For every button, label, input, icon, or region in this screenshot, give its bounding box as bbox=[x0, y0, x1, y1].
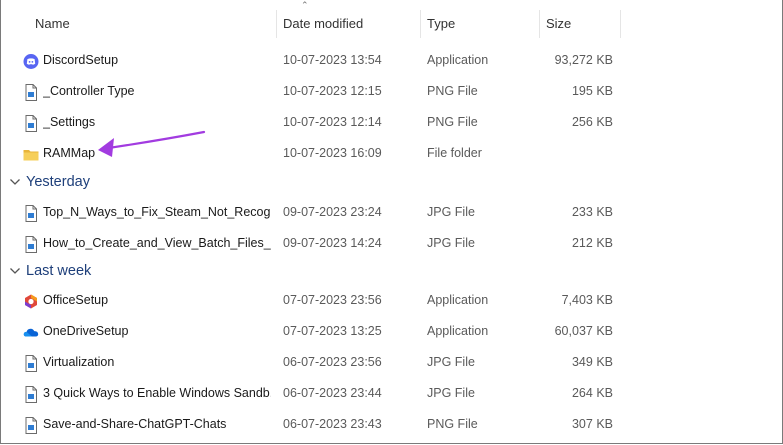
discord-icon bbox=[23, 54, 39, 69]
file-type: PNG File bbox=[427, 115, 478, 129]
file-name: How_to_Create_and_View_Batch_Files_on... bbox=[43, 236, 271, 250]
column-header-type[interactable]: Type bbox=[427, 10, 455, 38]
file-name: Top_N_Ways_to_Fix_Steam_Not_Recogni... bbox=[43, 205, 271, 219]
file-row-windows-sandbox[interactable]: 3 Quick Ways to Enable Windows Sandb... … bbox=[1, 379, 641, 410]
file-name: DiscordSetup bbox=[43, 53, 119, 67]
file-size: 60,037 KB bbox=[554, 324, 613, 338]
file-type: JPG File bbox=[427, 386, 475, 400]
file-date: 06-07-2023 23:44 bbox=[283, 386, 382, 400]
file-type: JPG File bbox=[427, 355, 475, 369]
chevron-down-icon[interactable] bbox=[9, 176, 21, 188]
file-name: Save-and-Share-ChatGPT-Chats bbox=[43, 417, 227, 431]
file-row-officesetup[interactable]: OfficeSetup 07-07-2023 23:56 Application… bbox=[1, 286, 641, 317]
file-date: 10-07-2023 16:09 bbox=[283, 146, 382, 160]
file-name: _Controller Type bbox=[43, 84, 135, 98]
annotation-arrow-icon bbox=[98, 130, 206, 157]
file-date: 06-07-2023 23:56 bbox=[283, 355, 382, 369]
file-date: 10-07-2023 12:15 bbox=[283, 84, 382, 98]
file-size: 212 KB bbox=[571, 236, 613, 250]
file-size: 264 KB bbox=[571, 386, 613, 400]
file-type: JPG File bbox=[427, 205, 475, 219]
file-type: Application bbox=[427, 53, 489, 67]
file-size: 195 KB bbox=[571, 84, 613, 98]
column-divider[interactable] bbox=[420, 10, 421, 38]
file-type: Application bbox=[427, 293, 489, 307]
file-name: 3 Quick Ways to Enable Windows Sandb... bbox=[43, 386, 271, 400]
column-divider[interactable] bbox=[539, 10, 540, 38]
file-name: Virtualization bbox=[43, 355, 115, 369]
file-date: 07-07-2023 23:56 bbox=[283, 293, 382, 307]
office-icon bbox=[25, 294, 37, 309]
file-size: 233 KB bbox=[571, 205, 613, 219]
file-row-steam-jpg[interactable]: Top_N_Ways_to_Fix_Steam_Not_Recogni... 0… bbox=[1, 198, 641, 229]
file-date: 09-07-2023 23:24 bbox=[283, 205, 382, 219]
column-header-name[interactable]: Name bbox=[35, 10, 70, 38]
file-size: 349 KB bbox=[571, 355, 613, 369]
jpg-file-icon bbox=[25, 386, 37, 403]
file-row-discordsetup[interactable]: DiscordSetup 10-07-2023 13:54 Applicatio… bbox=[1, 46, 641, 77]
file-type: File folder bbox=[427, 146, 482, 160]
file-row-virtualization[interactable]: Virtualization 06-07-2023 23:56 JPG File… bbox=[1, 348, 641, 379]
png-file-icon bbox=[25, 84, 37, 101]
file-type: Application bbox=[427, 324, 489, 338]
file-type: PNG File bbox=[427, 84, 478, 98]
file-size: 307 KB bbox=[571, 417, 613, 431]
png-file-icon bbox=[25, 417, 37, 434]
column-divider[interactable] bbox=[276, 10, 277, 38]
file-explorer-list: ⌃ Name Date modified Type Size DiscordSe… bbox=[0, 0, 783, 444]
jpg-file-icon bbox=[25, 236, 37, 253]
file-row-batch-files-jpg[interactable]: How_to_Create_and_View_Batch_Files_on...… bbox=[1, 229, 641, 260]
column-header-size[interactable]: Size bbox=[546, 10, 571, 38]
group-header-yesterday[interactable]: Yesterday bbox=[1, 173, 701, 197]
column-header-date-modified[interactable]: Date modified bbox=[283, 10, 363, 38]
file-size: 256 KB bbox=[571, 115, 613, 129]
file-date: 10-07-2023 13:54 bbox=[283, 53, 382, 67]
file-date: 10-07-2023 12:14 bbox=[283, 115, 382, 129]
file-date: 09-07-2023 14:24 bbox=[283, 236, 382, 250]
png-file-icon bbox=[25, 115, 37, 132]
file-name: OfficeSetup bbox=[43, 293, 109, 307]
onedrive-icon bbox=[23, 328, 39, 337]
file-date: 06-07-2023 23:43 bbox=[283, 417, 382, 431]
column-divider[interactable] bbox=[620, 10, 621, 38]
column-header-bar: ⌃ Name Date modified Type Size bbox=[1, 0, 782, 40]
file-size: 7,403 KB bbox=[561, 293, 613, 307]
file-row-onedrivesetup[interactable]: OneDriveSetup 07-07-2023 13:25 Applicati… bbox=[1, 317, 641, 348]
folder-icon bbox=[23, 150, 39, 161]
file-row-controller-type[interactable]: _Controller Type 10-07-2023 12:15 PNG Fi… bbox=[1, 77, 641, 108]
chevron-down-icon[interactable] bbox=[9, 265, 21, 277]
file-name: OneDriveSetup bbox=[43, 324, 129, 338]
file-type: JPG File bbox=[427, 236, 475, 250]
file-size: 93,272 KB bbox=[554, 53, 613, 67]
group-label: Last week bbox=[26, 263, 92, 279]
jpg-file-icon bbox=[25, 355, 37, 372]
file-type: PNG File bbox=[427, 417, 478, 431]
jpg-file-icon bbox=[25, 205, 37, 222]
group-header-last-week[interactable]: Last week bbox=[1, 262, 701, 286]
file-date: 07-07-2023 13:25 bbox=[283, 324, 382, 338]
file-row-chatgpt-chats[interactable]: Save-and-Share-ChatGPT-Chats 06-07-2023 … bbox=[1, 410, 641, 441]
group-label: Yesterday bbox=[26, 174, 90, 190]
